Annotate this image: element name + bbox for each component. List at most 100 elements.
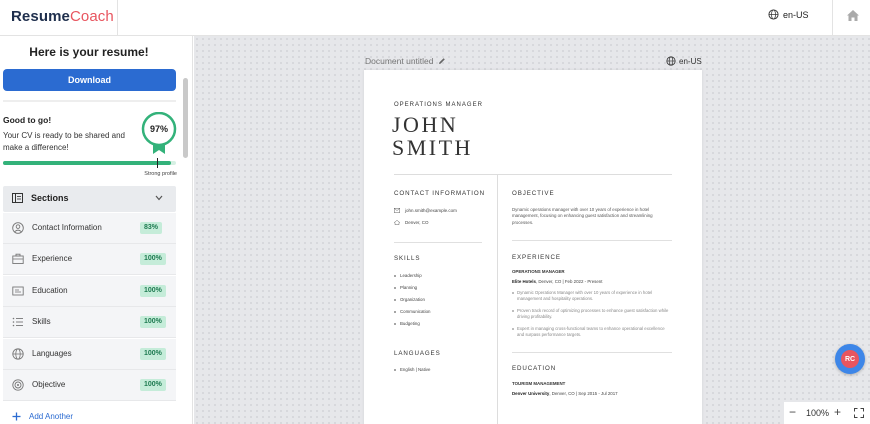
experience-heading: EXPERIENCE bbox=[512, 254, 561, 261]
section-name: Experience bbox=[32, 254, 73, 263]
skill-item: Budgeting bbox=[394, 321, 420, 326]
list-icon bbox=[12, 317, 23, 327]
language-selector[interactable]: en-US bbox=[768, 9, 809, 20]
user-avatar-button[interactable]: RC bbox=[835, 344, 865, 374]
experience-bullet: Expert in managing cross-functional team… bbox=[512, 326, 672, 339]
mail-icon bbox=[394, 208, 400, 213]
document-language-selector[interactable]: en-US bbox=[666, 56, 702, 66]
profile-strength-label: Strong profile bbox=[144, 171, 177, 177]
section-item-education[interactable]: Education 100% bbox=[3, 276, 176, 307]
completion-badge: 100% bbox=[140, 285, 166, 297]
skill-item: Leadership bbox=[394, 273, 422, 278]
status-text: Your CV is ready to be shared and make a… bbox=[3, 131, 126, 152]
section-name: Education bbox=[32, 286, 68, 295]
ribbon-badge-icon bbox=[141, 111, 177, 154]
language-item: English | Native bbox=[394, 367, 430, 372]
document-language-label: en-US bbox=[679, 56, 702, 66]
zoom-in-button[interactable]: + bbox=[834, 406, 841, 418]
top-bar: ResumeCoach en-US bbox=[0, 0, 870, 36]
column-divider bbox=[497, 174, 498, 424]
status-title: Good to go! bbox=[3, 115, 52, 125]
globe-icon bbox=[666, 56, 676, 66]
logo-part-coach: Coach bbox=[69, 8, 114, 25]
completion-badge: 83% bbox=[140, 222, 163, 234]
objective-text: Dynamic operations manager with over 10 … bbox=[512, 207, 653, 225]
add-another-button[interactable]: Add Another bbox=[12, 412, 73, 421]
section-name: Contact Information bbox=[32, 223, 102, 232]
resume-job-title: OPERATIONS MANAGER bbox=[394, 102, 483, 108]
user-initials: RC bbox=[841, 350, 859, 368]
fullscreen-icon[interactable] bbox=[854, 408, 864, 418]
skills-heading: SKILLS bbox=[394, 255, 421, 262]
experience-meta: Elite Hotels, Denver, CO | Feb 2022 - Pr… bbox=[512, 279, 603, 284]
experience-bullet: Dynamic Operations Manager with over 10 … bbox=[512, 290, 672, 303]
resume-page[interactable]: OPERATIONS MANAGER JOHN SMITH CONTACT IN… bbox=[364, 70, 702, 424]
education-heading: EDUCATION bbox=[512, 365, 557, 372]
experience-title: OPERATIONS MANAGER bbox=[512, 269, 565, 274]
briefcase-icon bbox=[12, 253, 24, 264]
education-title: TOURISM MANAGEMENT bbox=[512, 381, 566, 386]
header-divider bbox=[394, 174, 672, 175]
section-item-languages[interactable]: Languages 100% bbox=[3, 339, 176, 370]
section-item-skills[interactable]: Skills 100% bbox=[3, 307, 176, 338]
sidebar-title: Here is your resume! bbox=[29, 45, 149, 59]
globe-icon bbox=[12, 348, 24, 360]
completion-badge: 100% bbox=[140, 316, 166, 328]
education-meta: Denver University, Denver, CO | Sep 2015… bbox=[512, 391, 618, 396]
logo[interactable]: ResumeCoach bbox=[11, 8, 114, 25]
add-another-label: Add Another bbox=[29, 412, 74, 421]
zoom-out-button[interactable]: − bbox=[789, 406, 796, 418]
sections-label: Sections bbox=[31, 193, 69, 203]
plus-icon bbox=[12, 412, 21, 421]
sidebar-scrollbar[interactable] bbox=[183, 78, 188, 158]
section-item-objective[interactable]: Objective 100% bbox=[3, 370, 176, 401]
contact-heading: CONTACT INFORMATION bbox=[394, 190, 486, 197]
pencil-icon[interactable] bbox=[438, 57, 446, 65]
completion-badge: 100% bbox=[140, 348, 166, 360]
logo-divider bbox=[117, 0, 118, 36]
target-icon bbox=[12, 379, 24, 391]
right-divider bbox=[512, 240, 672, 241]
resume-last-name: SMITH bbox=[392, 135, 473, 160]
left-divider bbox=[394, 242, 482, 243]
document-name-label: Document untitled bbox=[365, 56, 434, 66]
objective-heading: OBJECTIVE bbox=[512, 190, 555, 197]
logo-part-resume: Resume bbox=[11, 8, 70, 25]
home-divider bbox=[832, 0, 833, 36]
completion-badge: 100% bbox=[140, 253, 166, 265]
sidebar-divider bbox=[3, 100, 176, 102]
contact-email: john.smith@example.com bbox=[394, 208, 457, 213]
sections-header[interactable]: Sections bbox=[3, 186, 176, 212]
sidebar: Here is your resume! Download Good to go… bbox=[0, 36, 193, 424]
chevron-down-icon[interactable] bbox=[155, 195, 163, 201]
progress-marker bbox=[157, 158, 158, 168]
profile-progress-bar bbox=[3, 161, 176, 165]
section-item-experience[interactable]: Experience 100% bbox=[3, 244, 176, 275]
user-circle-icon bbox=[12, 222, 24, 234]
home-icon[interactable] bbox=[846, 9, 860, 22]
experience-bullet: Proven track record of optimizing proces… bbox=[512, 308, 672, 321]
languages-heading: LANGUAGES bbox=[394, 350, 441, 357]
zoom-controls: − 100% + bbox=[784, 402, 870, 424]
contact-location: Denver, CO bbox=[394, 220, 429, 225]
contact-email-text: john.smith@example.com bbox=[405, 208, 457, 213]
completion-badge: 100% bbox=[140, 379, 166, 391]
graduation-icon bbox=[12, 286, 24, 296]
skill-item: Planning bbox=[394, 285, 417, 290]
score-value: 97% bbox=[149, 124, 168, 134]
resume-canvas: Document untitled en-US OPERATIONS MANAG… bbox=[194, 36, 870, 424]
skill-item: Organization bbox=[394, 297, 425, 302]
section-name: Skills bbox=[32, 317, 51, 326]
home-icon bbox=[394, 220, 400, 225]
section-item-contact-information[interactable]: Contact Information 83% bbox=[3, 213, 176, 244]
section-name: Languages bbox=[32, 349, 72, 358]
document-name[interactable]: Document untitled bbox=[365, 56, 446, 66]
sections-icon bbox=[12, 193, 23, 203]
contact-location-text: Denver, CO bbox=[405, 220, 429, 225]
globe-icon bbox=[768, 9, 779, 20]
profile-progress-fill bbox=[3, 161, 171, 165]
zoom-level: 100% bbox=[806, 408, 830, 418]
language-label: en-US bbox=[783, 9, 809, 20]
download-button[interactable]: Download bbox=[3, 69, 176, 91]
right-divider bbox=[512, 352, 672, 353]
